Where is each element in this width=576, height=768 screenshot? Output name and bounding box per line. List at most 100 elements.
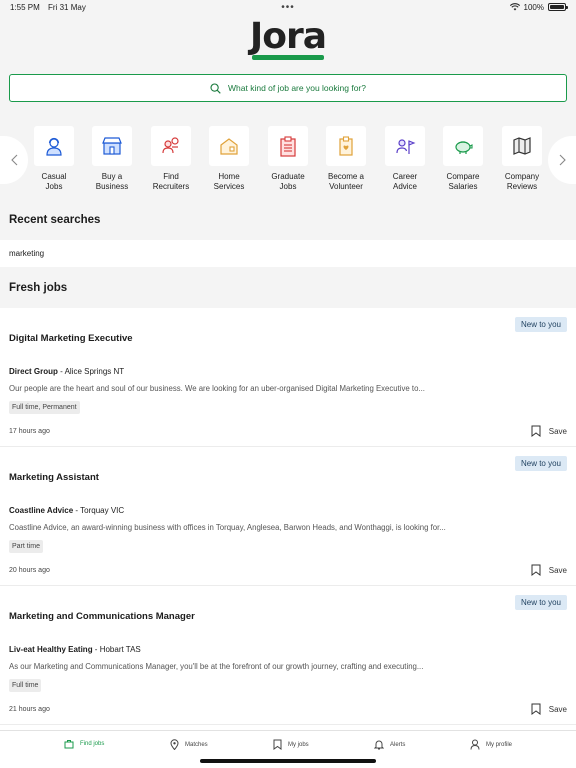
- category-casual-jobs[interactable]: Casual Jobs: [25, 126, 83, 191]
- save-job-button[interactable]: Save: [531, 425, 567, 437]
- category-label: Casual Jobs: [41, 172, 67, 191]
- job-type-tag: Full time: [9, 679, 42, 692]
- category-carousel: Casual Jobs Buy a Business Find Recruite…: [0, 126, 576, 196]
- logo-underline: [251, 55, 325, 60]
- category-label: Home Services: [213, 172, 245, 191]
- job-card[interactable]: New to you Marketing Assistant Coastline…: [0, 447, 576, 586]
- carousel-prev-button[interactable]: [0, 136, 28, 184]
- job-location: - Torquay VIC: [73, 506, 125, 515]
- job-title[interactable]: Digital Marketing Executive: [9, 333, 133, 344]
- chevron-right-icon: [559, 154, 566, 166]
- tab-label: Matches: [185, 741, 208, 748]
- job-description: Coastline Advice, an award-winning busin…: [9, 523, 446, 532]
- jora-logo: Jora: [249, 16, 327, 60]
- tab-find-jobs[interactable]: Find jobs: [64, 739, 104, 749]
- bottom-tab-bar: Find jobs Matches My jobs Alerts My prof…: [0, 730, 576, 768]
- save-label: Save: [548, 565, 567, 575]
- logo-text: Jora: [249, 16, 327, 57]
- category-become-a-volunteer[interactable]: Become a Volunteer: [317, 126, 375, 191]
- save-label: Save: [548, 426, 567, 436]
- category-label: Buy a Business: [95, 172, 129, 191]
- company-name: Direct Group: [9, 367, 58, 376]
- status-bar: 1:55 PM Fri 31 May ••• 100%: [0, 0, 576, 14]
- multitasking-dots[interactable]: •••: [281, 2, 295, 13]
- category-tile: [34, 126, 74, 166]
- category-find-recruiters[interactable]: Find Recruiters: [142, 126, 200, 191]
- category-tile: [151, 126, 191, 166]
- posted-time: 20 hours ago: [9, 567, 50, 574]
- job-title[interactable]: Marketing Assistant: [9, 472, 99, 483]
- new-to-you-badge: New to you: [514, 595, 567, 610]
- category-tile: [385, 126, 425, 166]
- tab-matches[interactable]: Matches: [170, 739, 208, 750]
- chevron-left-icon: [10, 154, 17, 166]
- bell-icon: [374, 740, 384, 750]
- wifi-icon: [509, 3, 520, 11]
- job-list: New to you Digital Marketing Executive D…: [0, 308, 576, 730]
- recent-search-label: marketing: [9, 249, 45, 258]
- company-name: Liv-eat Healthy Eating: [9, 645, 93, 654]
- category-home-services[interactable]: Home Services: [200, 126, 258, 191]
- tab-my-jobs[interactable]: My jobs: [273, 739, 309, 750]
- job-type-tag: Part time: [9, 540, 44, 553]
- save-label: Save: [548, 704, 567, 714]
- save-job-button[interactable]: Save: [531, 703, 567, 715]
- carousel-next-button[interactable]: [548, 136, 576, 184]
- home-indicator[interactable]: [200, 759, 376, 763]
- category-graduate-jobs[interactable]: Graduate Jobs: [259, 126, 317, 191]
- map-icon: [513, 137, 531, 155]
- category-tile: [92, 126, 132, 166]
- location-pin-icon: [170, 739, 179, 750]
- bookmark-icon: [531, 564, 541, 576]
- logo-wrap: Jora: [0, 16, 576, 60]
- person-icon: [470, 739, 480, 750]
- job-location: - Alice Springs NT: [57, 367, 125, 376]
- tab-alerts[interactable]: Alerts: [374, 739, 405, 750]
- category-buy-a-business[interactable]: Buy a Business: [83, 126, 141, 191]
- job-description: As our Marketing and Communications Mana…: [9, 662, 424, 671]
- status-date: Fri 31 May: [48, 2, 86, 12]
- search-placeholder: What kind of job are you looking for?: [228, 83, 366, 93]
- new-to-you-badge: New to you: [514, 317, 567, 332]
- category-label: Find Recruiters: [152, 172, 190, 191]
- new-to-you-badge: New to you: [514, 456, 567, 471]
- save-job-button[interactable]: Save: [531, 564, 567, 576]
- category-tile: [326, 126, 366, 166]
- category-label: Graduate Jobs: [271, 172, 305, 191]
- house-icon: [220, 138, 238, 155]
- category-tile: [443, 126, 483, 166]
- category-compare-salaries[interactable]: Compare Salaries: [434, 126, 492, 191]
- job-location: - Hobart TAS: [92, 645, 141, 654]
- storefront-icon: [102, 137, 122, 155]
- tab-label: Find jobs: [80, 741, 105, 747]
- category-label: Become a Volunteer: [327, 172, 365, 191]
- category-label: Career Advice: [392, 172, 418, 191]
- bookmark-icon: [531, 425, 541, 437]
- category-career-advice[interactable]: Career Advice: [376, 126, 434, 191]
- search-icon: [210, 82, 221, 94]
- posted-time: 21 hours ago: [9, 706, 50, 713]
- search-input[interactable]: What kind of job are you looking for?: [9, 74, 567, 102]
- company-name: Coastline Advice: [9, 506, 74, 515]
- tab-my-profile[interactable]: My profile: [470, 739, 512, 750]
- category-label: Company Reviews: [504, 172, 540, 191]
- job-title[interactable]: Marketing and Communications Manager: [9, 611, 195, 622]
- bookmark-icon: [531, 703, 541, 715]
- category-company-reviews[interactable]: Company Reviews: [493, 126, 551, 191]
- status-right: 100%: [509, 2, 568, 12]
- tab-label: My profile: [486, 741, 513, 748]
- category-tile: [209, 126, 249, 166]
- job-card[interactable]: New to you Digital Marketing Executive D…: [0, 308, 576, 447]
- bookmark-icon: [273, 739, 282, 750]
- posted-time: 17 hours ago: [9, 428, 50, 435]
- recent-search-item[interactable]: marketing: [0, 240, 576, 267]
- piggy-bank-icon: [455, 141, 473, 154]
- battery-percent: 100%: [523, 2, 544, 12]
- volunteer-clipboard-icon: [339, 136, 353, 156]
- category-tile: [268, 126, 308, 166]
- job-card[interactable]: New to you Marketing and Communications …: [0, 586, 576, 725]
- person-headset-icon: [46, 137, 62, 156]
- job-type-tag: Full time, Permanent: [9, 401, 80, 414]
- clipboard-icon: [280, 136, 296, 157]
- battery-icon: [548, 3, 568, 11]
